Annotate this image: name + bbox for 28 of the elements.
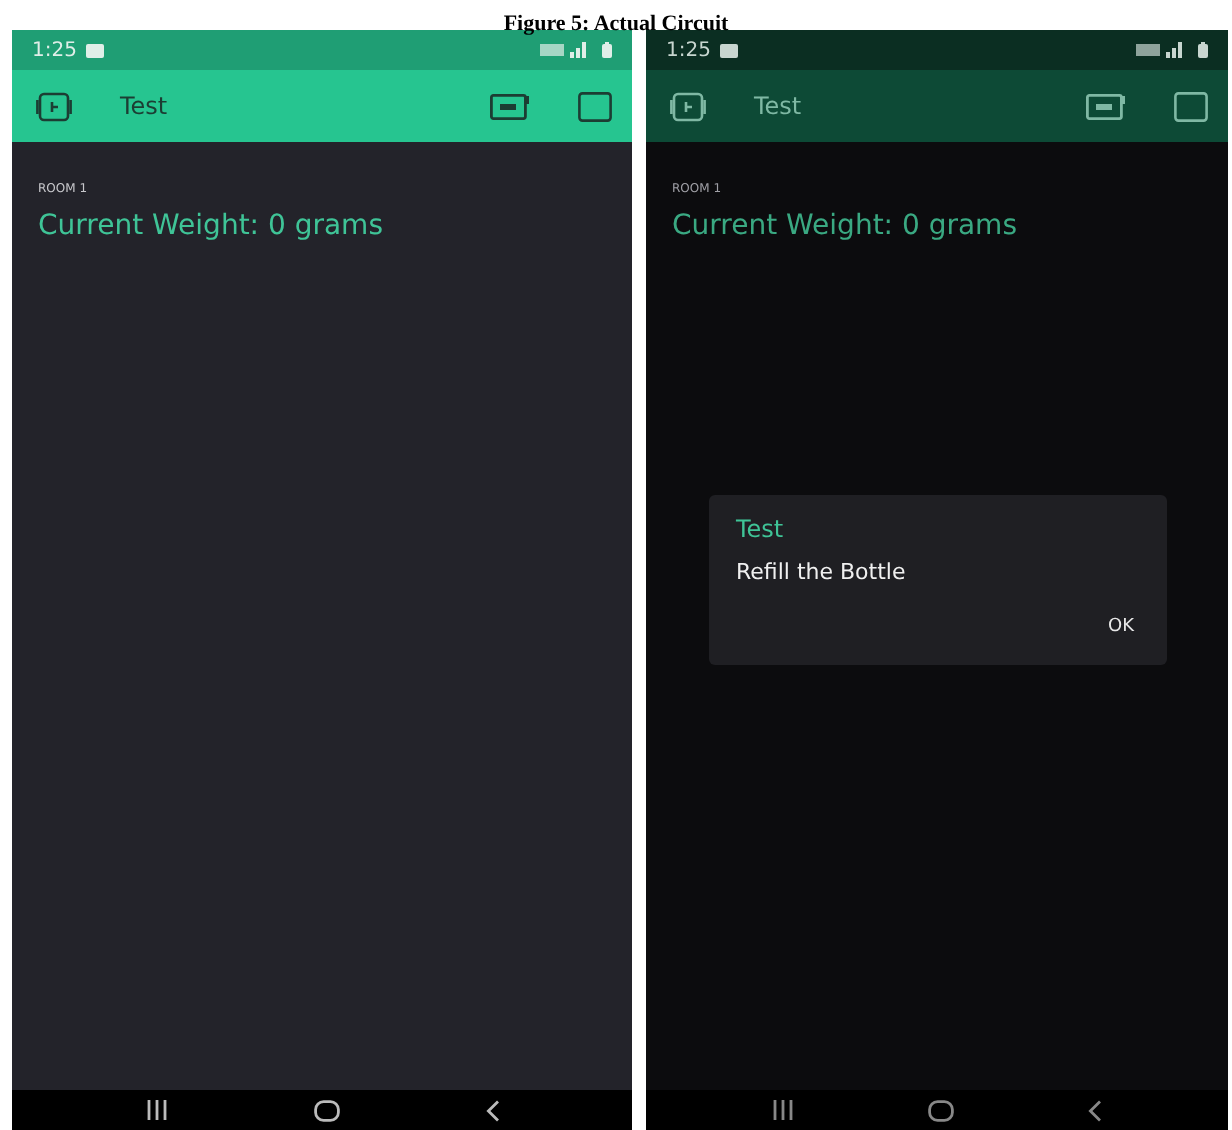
recent-apps-icon[interactable] — [145, 1100, 167, 1120]
app-title: Test — [120, 92, 168, 120]
weight-reading: Current Weight: 0 grams — [672, 210, 1017, 242]
signal-icon — [540, 42, 592, 58]
square-icon[interactable] — [1174, 91, 1208, 121]
battery-icon[interactable] — [490, 93, 530, 119]
square-icon[interactable] — [578, 91, 612, 121]
device-icon[interactable] — [36, 91, 72, 121]
dialog-title: Test — [736, 515, 784, 543]
home-icon[interactable] — [927, 1099, 954, 1121]
recent-apps-icon[interactable] — [772, 1100, 795, 1120]
message-icon — [720, 43, 739, 57]
dialog-message: Refill the Bottle — [736, 559, 906, 585]
battery-icon — [602, 42, 612, 58]
signal-icon — [1136, 42, 1188, 58]
app-title: Test — [754, 92, 802, 120]
battery-icon — [1198, 42, 1208, 58]
figure-caption: Figure 5: Actual Circuit — [503, 10, 729, 38]
status-time: 1:25 — [666, 39, 711, 61]
device-icon[interactable] — [670, 91, 706, 121]
back-icon[interactable] — [1087, 1099, 1102, 1121]
status-time: 1:25 — [32, 39, 77, 61]
back-icon[interactable] — [485, 1099, 499, 1121]
ok-button[interactable]: OK — [1100, 613, 1142, 641]
message-icon — [86, 43, 105, 57]
battery-icon[interactable] — [1086, 93, 1126, 119]
weight-reading: Current Weight: 0 grams — [38, 210, 383, 242]
home-icon[interactable] — [313, 1099, 339, 1121]
